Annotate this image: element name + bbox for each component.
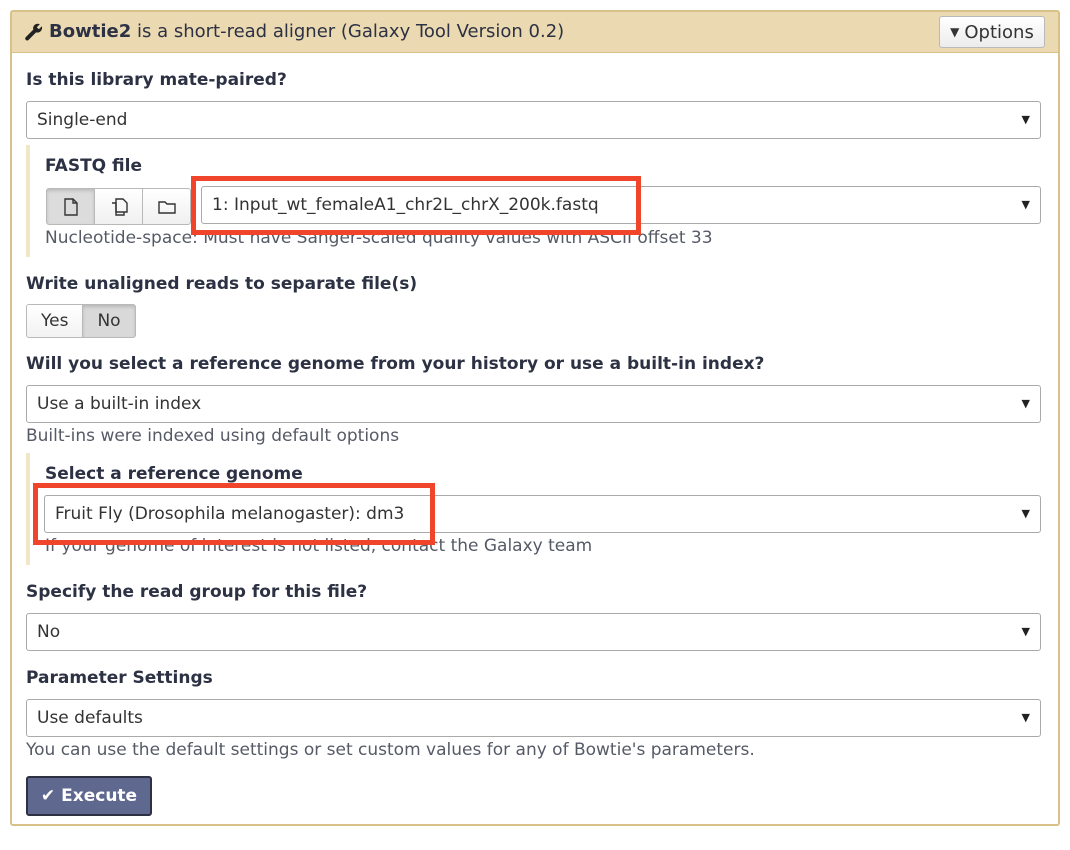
multiple-datasets-button[interactable] [94, 188, 143, 225]
unaligned-no-option[interactable]: No [82, 304, 136, 338]
tool-header: Bowtie2 is a short-read aligner (Galaxy … [12, 12, 1058, 53]
fastq-section-bar [26, 145, 30, 257]
reference-genome-section-bar [26, 453, 30, 565]
dropdown-arrow-icon: ▼ [1021, 711, 1030, 724]
caret-down-icon: ▼ [950, 25, 960, 39]
unaligned-toggle: Yes No [26, 304, 136, 338]
unaligned-yes-option[interactable]: Yes [26, 304, 84, 338]
options-button[interactable]: ▼ Options [939, 16, 1045, 48]
reference-genome-help: If your genome of interest is not listed… [45, 536, 593, 556]
dropdown-arrow-icon: ▼ [1021, 507, 1030, 520]
reference-genome-select[interactable]: Fruit Fly (Drosophila melanogaster): dm3… [44, 495, 1041, 533]
tool-title: Bowtie2 is a short-read aligner (Galaxy … [49, 21, 564, 43]
execute-button[interactable]: ✔ Execute [26, 776, 152, 816]
read-group-label: Specify the read group for this file? [26, 582, 368, 602]
unaligned-label: Write unaligned reads to separate file(s… [26, 274, 418, 294]
dropdown-arrow-icon: ▼ [1021, 397, 1030, 410]
fastq-label: FASTQ file [45, 156, 142, 176]
reference-source-select[interactable]: Use a built-in index ▼ [26, 385, 1041, 423]
folder-icon [157, 200, 176, 214]
mate-paired-value: Single-end [37, 110, 128, 130]
dropdown-arrow-icon: ▼ [1021, 625, 1030, 638]
parameter-settings-value: Use defaults [37, 708, 143, 728]
dropdown-arrow-icon: ▼ [1021, 113, 1030, 126]
read-group-value: No [37, 622, 61, 642]
reference-genome-value: Fruit Fly (Drosophila melanogaster): dm3 [55, 504, 405, 524]
parameter-settings-select[interactable]: Use defaults ▼ [26, 699, 1041, 737]
mate-paired-label: Is this library mate-paired? [26, 70, 287, 90]
check-icon: ✔ [40, 786, 56, 806]
fastq-select[interactable]: 1: Input_wt_femaleA1_chr2L_chrX_200k.fas… [201, 186, 1041, 224]
reference-source-help: Built-ins were indexed using default opt… [26, 426, 400, 446]
fastq-value: 1: Input_wt_femaleA1_chr2L_chrX_200k.fas… [212, 195, 599, 215]
single-dataset-icon [63, 197, 78, 216]
tool-name: Bowtie2 [49, 21, 132, 42]
dataset-collection-button[interactable] [142, 188, 191, 225]
reference-genome-label: Select a reference genome [45, 464, 303, 484]
reference-source-label: Will you select a reference genome from … [26, 354, 765, 374]
dataset-mode-buttons [46, 188, 191, 225]
options-label: Options [964, 22, 1034, 43]
dropdown-arrow-icon: ▼ [1021, 198, 1030, 211]
execute-label: Execute [61, 786, 138, 806]
fastq-help: Nucleotide-space: Must have Sanger-scale… [45, 228, 713, 248]
tool-description: is a short-read aligner (Galaxy Tool Ver… [136, 21, 565, 42]
read-group-select[interactable]: No ▼ [26, 613, 1041, 651]
multiple-datasets-icon [111, 197, 128, 216]
reference-source-value: Use a built-in index [37, 394, 202, 414]
parameter-settings-label: Parameter Settings [26, 668, 213, 688]
parameter-settings-help: You can use the default settings or set … [26, 740, 755, 760]
wrench-icon [25, 23, 43, 41]
mate-paired-select[interactable]: Single-end ▼ [26, 101, 1041, 139]
single-dataset-button[interactable] [46, 188, 95, 225]
